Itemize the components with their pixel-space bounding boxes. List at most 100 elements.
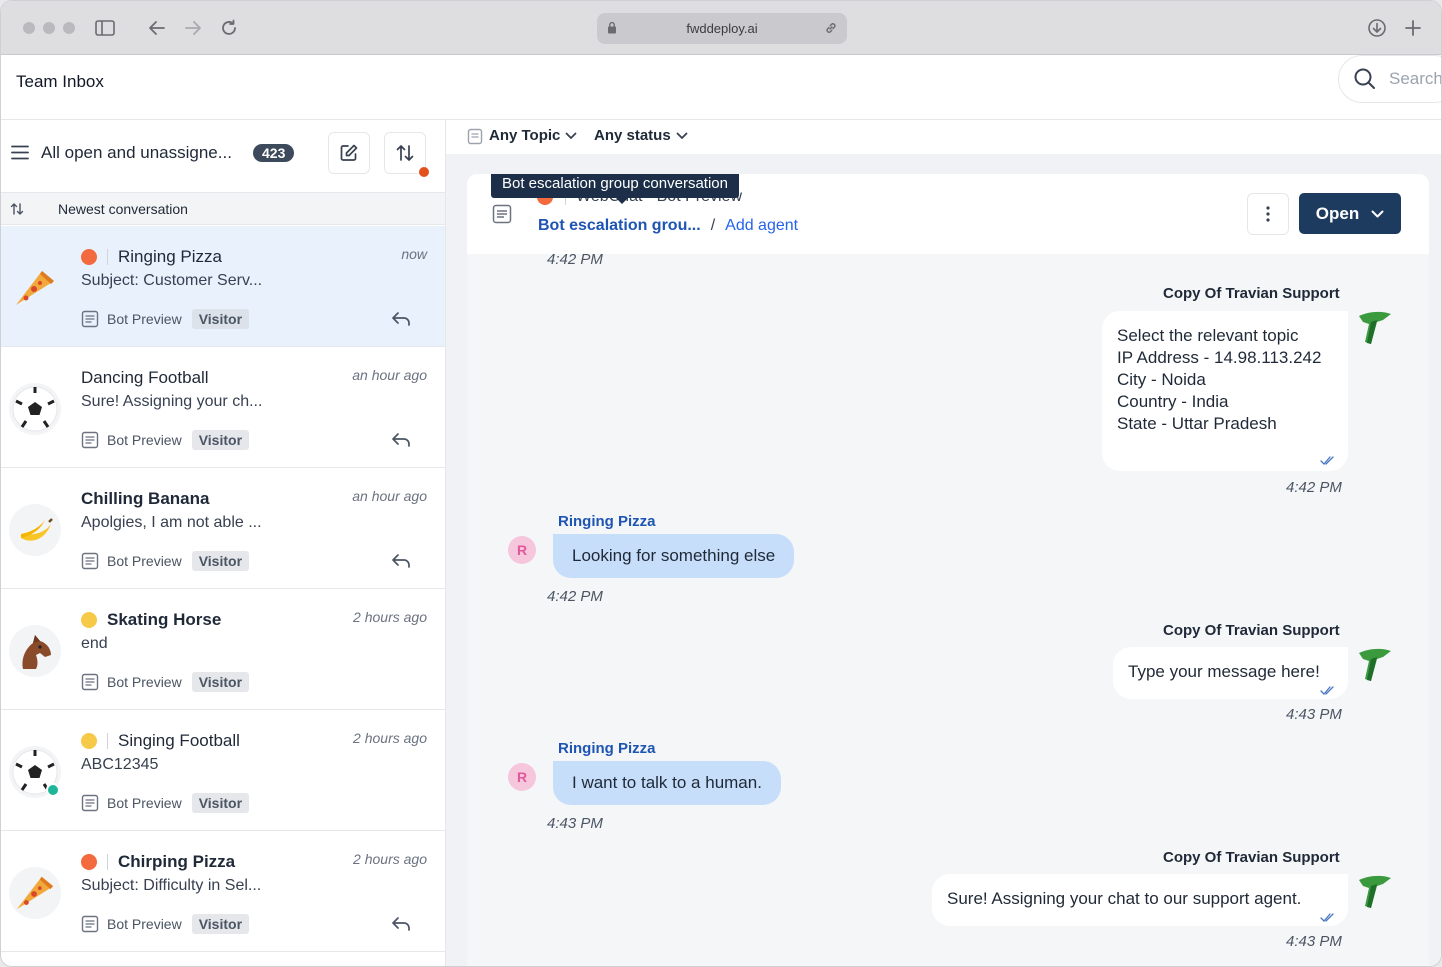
page-title: Team Inbox: [16, 72, 104, 91]
window-zoom-dot[interactable]: [63, 22, 75, 34]
conversation-meta: Bot Preview Visitor: [81, 793, 250, 813]
new-tab-plus-icon[interactable]: [1400, 15, 1426, 41]
pizza-avatar-icon: [9, 262, 61, 314]
search-box[interactable]: Search: [1338, 55, 1442, 103]
user-message-bubble: Looking for something else: [553, 534, 795, 578]
add-agent-link[interactable]: Add agent: [725, 217, 798, 235]
contact-name-text: Skating Horse: [107, 610, 222, 629]
compose-button[interactable]: [328, 132, 370, 174]
more-options-button[interactable]: [1247, 193, 1289, 235]
conversation-item[interactable]: Skating Horse 2 hours ago end Bot Previe…: [1, 589, 445, 710]
user-message-bubble: I want to talk to a human.: [553, 761, 781, 805]
contact-name: Singing Football: [81, 731, 240, 751]
document-icon: [81, 794, 99, 812]
neutral-emoji-icon: [81, 733, 97, 749]
neutral-emoji-icon: [81, 612, 97, 628]
conversation-item[interactable]: Chilling Banana an hour ago Apolgies, I …: [1, 468, 445, 589]
contact-name-text: Dancing Football: [81, 368, 209, 387]
source-label: Bot Preview: [107, 311, 182, 327]
contact-name-text: Singing Football: [118, 731, 240, 750]
conversation-time: 2 hours ago: [353, 851, 427, 867]
topic-filter-label: Any Topic: [489, 127, 561, 144]
conversation-doc-icon: [492, 204, 512, 224]
document-icon: [81, 673, 99, 691]
notification-dot: [419, 167, 429, 177]
name-separator: [107, 854, 108, 870]
visitor-tag: Visitor: [191, 309, 250, 329]
angry-emoji-icon: [81, 854, 97, 870]
conversation-item[interactable]: Dancing Football an hour ago Sure! Assig…: [1, 347, 445, 468]
conversation-preview: ABC12345: [81, 756, 159, 773]
view-selector[interactable]: All open and unassigne...: [41, 143, 232, 163]
chevron-down-icon: [565, 132, 577, 139]
chevron-down-icon: [676, 132, 688, 139]
message-timestamp: 4:42 PM: [547, 251, 603, 268]
conversation-panel: Any Topic Any status WebChat - Bot Previ…: [446, 120, 1441, 966]
conversation-time: 2 hours ago: [353, 730, 427, 746]
contact-name-text: Ringing Pizza: [118, 247, 222, 266]
window-close-dot[interactable]: [23, 22, 35, 34]
message-timestamp: 4:42 PM: [1286, 479, 1342, 496]
conversation-preview: Sure! Assigning your ch...: [81, 393, 263, 410]
topic-filter-dropdown[interactable]: Any Topic: [489, 127, 577, 144]
message-line: Select the relevant topic: [1117, 326, 1299, 345]
conversation-count-badge: 423: [253, 144, 295, 162]
sort-row[interactable]: Newest conversation: [1, 193, 445, 225]
contact-name: Chirping Pizza: [81, 852, 235, 872]
visitor-tag: Visitor: [191, 430, 250, 450]
sidebar-toggle-icon[interactable]: [92, 15, 118, 41]
contact-name-text: Chirping Pizza: [118, 852, 236, 871]
link-icon[interactable]: [824, 21, 838, 35]
app-header: Team Inbox Search: [1, 55, 1441, 120]
status-filter-dropdown[interactable]: Any status: [594, 127, 688, 144]
back-arrow-icon[interactable]: [144, 15, 170, 41]
bot-sender-name: Copy Of Travian Support: [1163, 622, 1340, 639]
lock-icon: [608, 21, 616, 34]
message-timestamp: 4:43 PM: [1286, 706, 1342, 723]
horse-avatar-icon: [9, 625, 61, 677]
document-filter-icon: [467, 128, 483, 145]
conversation-list-panel: All open and unassigne... 423 Newest con…: [1, 120, 446, 966]
name-separator: [107, 733, 108, 749]
message-line: City - Noida: [1117, 370, 1206, 389]
source-label: Bot Preview: [107, 674, 182, 690]
tooltip: Bot escalation group conversation: [491, 174, 739, 204]
download-icon[interactable]: [1364, 15, 1390, 41]
bot-logo-icon: [1359, 648, 1391, 681]
reply-icon[interactable]: [391, 311, 411, 327]
read-ticks-icon: [1320, 913, 1334, 922]
conversation-item[interactable]: Ringing Pizza now Subject: Customer Serv…: [1, 226, 445, 347]
kebab-menu-icon: [1266, 206, 1270, 222]
open-label: Open: [1315, 203, 1360, 223]
address-bar[interactable]: fwddeploy.ai: [597, 13, 847, 44]
read-ticks-icon: [1320, 456, 1334, 465]
online-status-dot: [46, 783, 60, 797]
conversation-item[interactable]: Singing Football 2 hours ago ABC12345 Bo…: [1, 710, 445, 831]
reply-icon[interactable]: [391, 432, 411, 448]
reply-icon[interactable]: [391, 916, 411, 932]
conversation-time: an hour ago: [352, 367, 427, 383]
chat-header: WebChat - Bot Preview Bot escalation gro…: [467, 174, 1429, 254]
bot-message-bubble: Select the relevant topic IP Address - 1…: [1102, 311, 1348, 471]
source-label: Bot Preview: [107, 916, 182, 932]
message-timestamp: 4:43 PM: [547, 815, 603, 832]
name-separator: [107, 249, 108, 265]
status-open-button[interactable]: Open: [1299, 193, 1401, 234]
bot-logo-icon: [1359, 875, 1391, 908]
document-icon: [81, 310, 99, 328]
search-placeholder: Search: [1389, 69, 1442, 88]
forward-arrow-icon[interactable]: [180, 15, 206, 41]
window-minimize-dot[interactable]: [43, 22, 55, 34]
bot-message-bubble: Sure! Assigning your chat to our support…: [932, 874, 1348, 926]
reply-icon[interactable]: [391, 553, 411, 569]
reload-icon[interactable]: [216, 15, 242, 41]
conversation-item[interactable]: Chirping Pizza 2 hours ago Subject: Diff…: [1, 831, 445, 952]
group-link[interactable]: Bot escalation grou...: [538, 217, 701, 235]
conversation-meta: Bot Preview Visitor: [81, 551, 250, 571]
contact-name: Ringing Pizza: [81, 247, 222, 267]
message-text: Sure! Assigning your chat to our support…: [947, 889, 1302, 908]
document-icon: [81, 552, 99, 570]
contact-name: Skating Horse: [81, 610, 221, 630]
hamburger-menu-icon[interactable]: [11, 145, 29, 160]
conversation-preview: end: [81, 635, 108, 652]
